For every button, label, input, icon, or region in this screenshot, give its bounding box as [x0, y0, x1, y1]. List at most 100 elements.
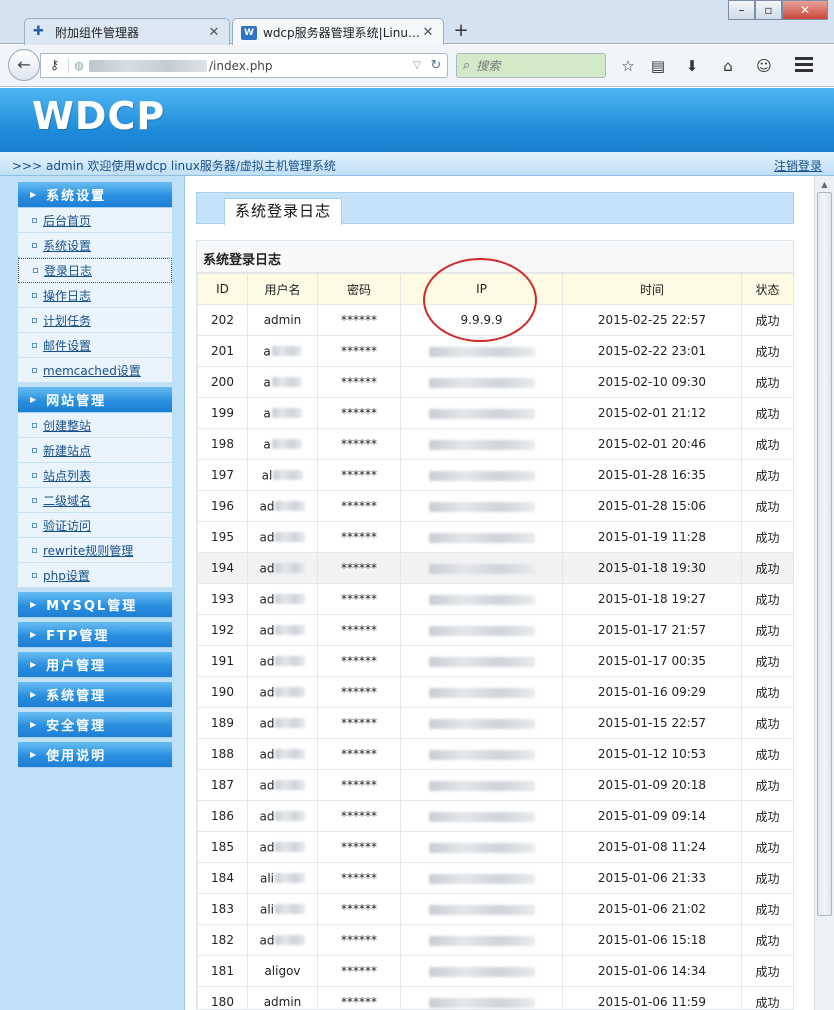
- section-label: 系统管理: [46, 689, 107, 704]
- cell-status: 成功: [741, 707, 794, 739]
- sidebar-item-label[interactable]: memcached设置: [43, 362, 141, 379]
- username-blurred: [271, 408, 302, 419]
- home-icon[interactable]: ⌂: [718, 57, 738, 75]
- cell-ip: [400, 366, 563, 398]
- scrollbar[interactable]: ▲: [814, 176, 834, 1010]
- search-input[interactable]: [476, 58, 587, 73]
- app-header: WDCP: [0, 88, 834, 152]
- sidebar-section-ftp[interactable]: ▶ FTP管理: [18, 622, 172, 648]
- new-tab-button[interactable]: +: [451, 20, 471, 42]
- sidebar-item-system-settings[interactable]: 系统设置: [18, 233, 172, 258]
- square-bullet-icon: [32, 292, 37, 298]
- table-row: 194 ad ****** 2015-01-18 19:30 成功: [197, 552, 794, 584]
- sidebar-item-label[interactable]: 二级域名: [43, 492, 91, 509]
- section-label: MYSQL管理: [46, 599, 138, 614]
- sidebar-section-mysql[interactable]: ▶ MYSQL管理: [18, 592, 172, 618]
- square-bullet-icon: [32, 522, 37, 528]
- url-bar[interactable]: ⚷ ◍ /index.php ▽ ↻: [40, 53, 448, 78]
- sidebar-item-memcached-settings[interactable]: memcached设置: [18, 358, 172, 383]
- sidebar-item-label[interactable]: 邮件设置: [43, 337, 91, 354]
- scroll-thumb[interactable]: [817, 192, 832, 916]
- cell-username: ad: [247, 769, 318, 801]
- key-icon[interactable]: ⚷: [41, 58, 69, 73]
- ip-blurred: [428, 625, 535, 636]
- cell-username: a: [247, 335, 318, 367]
- bookmark-star-icon[interactable]: ☆: [618, 57, 638, 75]
- sidebar-section-system-management[interactable]: ▶ 系统管理: [18, 682, 172, 708]
- restore-button[interactable]: ▫: [755, 0, 782, 20]
- cell-password: ******: [317, 397, 401, 429]
- browser-tab-wdcp[interactable]: W wdcp服务器管理系统|Linu… ✕: [232, 18, 444, 46]
- ip-blurred: [428, 935, 535, 946]
- table-row: 197 al ****** 2015-01-28 16:35 成功: [197, 459, 794, 491]
- sidebar-item-site-list[interactable]: 站点列表: [18, 463, 172, 488]
- square-bullet-icon: [32, 447, 37, 453]
- sidebar-item-mail-settings[interactable]: 邮件设置: [18, 333, 172, 358]
- cell-username: aligov: [247, 955, 318, 987]
- cell-ip: [400, 459, 563, 491]
- close-window-button[interactable]: ✕: [782, 0, 828, 20]
- sidebar-item-label[interactable]: rewrite规则管理: [43, 542, 133, 559]
- menu-icon[interactable]: [795, 57, 813, 73]
- sidebar-item-operation-log[interactable]: 操作日志: [18, 283, 172, 308]
- download-icon[interactable]: ⬇: [682, 57, 702, 75]
- triangle-right-icon: ▶: [30, 190, 39, 199]
- sidebar-item-create-site[interactable]: 创建整站: [18, 413, 172, 438]
- square-bullet-icon: [33, 268, 38, 273]
- cell-password: ******: [317, 645, 401, 677]
- sidebar-section-users[interactable]: ▶ 用户管理: [18, 652, 172, 678]
- sidebar-item-php-settings[interactable]: php设置: [18, 563, 172, 588]
- sidebar-item-scheduled-tasks[interactable]: 计划任务: [18, 308, 172, 333]
- browser-tab-addons[interactable]: ✚ 附加组件管理器 ✕: [24, 18, 230, 45]
- sidebar-item-label[interactable]: 计划任务: [43, 312, 91, 329]
- sidebar-item-auth-access[interactable]: 验证访问: [18, 513, 172, 538]
- username-visible-prefix: ad: [259, 530, 275, 545]
- sidebar-item-label[interactable]: 操作日志: [43, 287, 91, 304]
- sidebar-item-label[interactable]: 站点列表: [43, 467, 91, 484]
- sidebar-item-label[interactable]: 新建站点: [43, 442, 91, 459]
- triangle-right-icon: ▶: [30, 720, 39, 729]
- cell-id: 198: [197, 428, 248, 460]
- reload-icon[interactable]: ↻: [425, 58, 447, 73]
- username-blurred: [275, 501, 306, 512]
- sidebar-item-home[interactable]: 后台首页: [18, 208, 172, 233]
- username-blurred: [275, 811, 306, 822]
- close-icon[interactable]: ✕: [207, 25, 221, 40]
- back-button[interactable]: ←: [8, 49, 40, 81]
- sidebar-item-label[interactable]: 登录日志: [44, 262, 92, 279]
- cell-password: ******: [317, 862, 401, 894]
- minimize-button[interactable]: –: [728, 0, 755, 20]
- cell-username: ad: [247, 676, 318, 708]
- close-icon[interactable]: ✕: [421, 25, 435, 40]
- sidebar-item-login-log[interactable]: 登录日志: [18, 258, 172, 283]
- search-box[interactable]: ⌕: [456, 53, 606, 78]
- username-blurred: [275, 904, 306, 915]
- sidebar-section-system-settings[interactable]: ▶ 系统设置: [18, 182, 172, 208]
- cell-ip: [400, 862, 563, 894]
- sidebar-section-site-management[interactable]: ▶ 网站管理: [18, 387, 172, 413]
- sidebar-item-label[interactable]: 验证访问: [43, 517, 91, 534]
- sidebar-item-label[interactable]: 系统设置: [43, 237, 91, 254]
- square-bullet-icon: [32, 472, 37, 478]
- chevron-down-icon[interactable]: ▽: [409, 60, 425, 71]
- logout-link[interactable]: 注销登录: [774, 157, 822, 174]
- sidebar-item-label[interactable]: 创建整站: [43, 417, 91, 434]
- cell-status: 成功: [741, 521, 794, 553]
- sidebar-section-security[interactable]: ▶ 安全管理: [18, 712, 172, 738]
- sidebar-item-new-site[interactable]: 新建站点: [18, 438, 172, 463]
- sidebar-item-subdomain[interactable]: 二级域名: [18, 488, 172, 513]
- section-label: 网站管理: [46, 394, 107, 409]
- cell-status: 成功: [741, 459, 794, 491]
- url-text[interactable]: /index.php: [209, 59, 409, 73]
- square-bullet-icon: [32, 497, 37, 503]
- bookmarks-list-icon[interactable]: ▤: [648, 57, 668, 75]
- sidebar-item-label[interactable]: 后台首页: [43, 212, 91, 229]
- tab-login-log[interactable]: 系统登录日志: [224, 198, 343, 225]
- triangle-right-icon: ▶: [30, 600, 39, 609]
- cell-password: ******: [317, 831, 401, 863]
- sidebar-section-help[interactable]: ▶ 使用说明: [18, 742, 172, 768]
- sidebar-item-label[interactable]: php设置: [43, 567, 90, 584]
- feedback-icon[interactable]: ☺: [754, 57, 774, 75]
- sidebar-item-rewrite-rules[interactable]: rewrite规则管理: [18, 538, 172, 563]
- scroll-up-arrow-icon[interactable]: ▲: [818, 179, 831, 191]
